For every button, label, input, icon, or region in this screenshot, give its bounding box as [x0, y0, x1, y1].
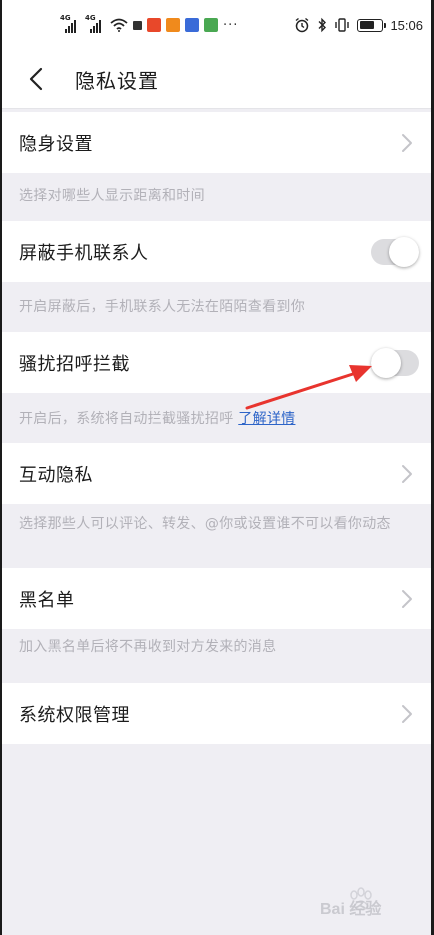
chevron-left-icon: [29, 67, 43, 91]
alarm-icon: [296, 17, 309, 33]
status-left-icons: 4G 4G ···: [60, 13, 238, 37]
watermark-text: Bai 经验: [320, 899, 382, 918]
bluetooth-icon: [318, 17, 327, 33]
block-phone-contacts-description-text: 开启屏蔽后，手机联系人无法在陌陌查看到你: [19, 299, 305, 315]
system-permissions-label: 系统权限管理: [19, 704, 130, 726]
signal-4g-icon-2: 4G: [85, 14, 105, 34]
stealth-settings-row[interactable]: 隐身设置: [2, 112, 431, 173]
blacklist-row[interactable]: 黑名单: [2, 568, 431, 629]
block-phone-contacts-row: 屏蔽手机联系人: [2, 221, 431, 282]
battery-icon: [357, 18, 387, 32]
interaction-privacy-row[interactable]: 互动隐私: [2, 443, 431, 504]
toggle-knob: [371, 347, 401, 378]
back-button[interactable]: [18, 61, 54, 97]
chevron-right-icon: [402, 589, 412, 608]
chevron-right-icon: [402, 133, 412, 152]
harassment-greeting-block-toggle[interactable]: [371, 347, 419, 378]
stealth-settings-description: 选择对哪些人显示距离和时间: [2, 173, 431, 221]
harassment-greeting-block-description-text: 开启后，系统将自动拦截骚扰招呼 了解详情: [19, 409, 411, 430]
status-time: 15:06: [390, 17, 423, 33]
interaction-privacy-description-text: 选择那些人可以评论、转发、@你或设置谁不可以看你动态: [19, 516, 391, 532]
block-phone-contacts-toggle[interactable]: [371, 236, 419, 267]
stealth-settings-label: 隐身设置: [19, 133, 93, 155]
app-notification-icon-4: [204, 18, 218, 32]
status-bar: 4G 4G ··· 15:06: [2, 0, 431, 50]
baidu-jingyan-watermark: Bai 经验: [320, 887, 382, 918]
harassment-greeting-block-row: 骚扰招呼拦截: [2, 332, 431, 393]
app-notification-icon-3: [185, 18, 199, 32]
interaction-privacy-description: 选择那些人可以评论、转发、@你或设置谁不可以看你动态: [2, 504, 431, 568]
toggle-knob: [389, 236, 419, 267]
block-phone-contacts-label: 屏蔽手机联系人: [19, 242, 149, 264]
status-right-icons: 15:06: [294, 13, 423, 37]
more-notifications-icon: ···: [223, 17, 239, 33]
harassment-description-body: 开启后，系统将自动拦截骚扰招呼: [19, 411, 234, 427]
interaction-privacy-label: 互动隐私: [19, 464, 93, 486]
chevron-right-icon: [402, 464, 412, 483]
harassment-greeting-block-description: 开启后，系统将自动拦截骚扰招呼 了解详情: [2, 393, 431, 442]
system-permissions-row[interactable]: 系统权限管理: [2, 683, 431, 744]
learn-more-link[interactable]: 了解详情: [238, 411, 295, 427]
signal-4g-icon-1: 4G: [60, 14, 80, 34]
nav-divider: [2, 108, 431, 109]
vibrate-icon: [335, 18, 350, 32]
wifi-icon: [110, 18, 128, 32]
harassment-greeting-block-label: 骚扰招呼拦截: [19, 353, 130, 375]
blacklist-label: 黑名单: [19, 589, 75, 611]
block-phone-contacts-description: 开启屏蔽后，手机联系人无法在陌陌查看到你: [2, 282, 431, 331]
blacklist-description-text: 加入黑名单后将不再收到对方发来的消息: [19, 639, 277, 655]
chevron-right-icon: [402, 704, 412, 723]
stealth-settings-description-text: 选择对哪些人显示距离和时间: [19, 188, 205, 204]
blacklist-description: 加入黑名单后将不再收到对方发来的消息: [2, 629, 431, 683]
notification-square-icon: [133, 20, 142, 30]
app-notification-icon-2: [166, 18, 180, 32]
page-title: 隐私设置: [75, 69, 159, 93]
app-notification-icon-1: [147, 18, 161, 32]
navigation-bar: 隐私设置: [2, 50, 431, 108]
